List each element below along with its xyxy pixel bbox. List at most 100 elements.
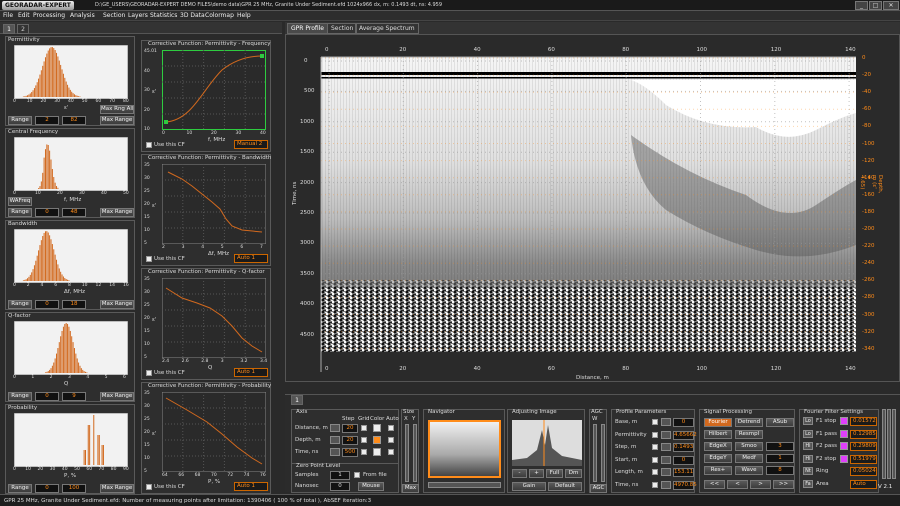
default-button[interactable]: Default: [548, 482, 582, 491]
signal-button[interactable]: Resmpl: [735, 430, 763, 439]
cf-mode-select[interactable]: Auto 1: [234, 482, 268, 491]
fourier-key-button[interactable]: Fa: [803, 479, 813, 488]
histogram-plot[interactable]: [14, 137, 128, 191]
size-max-button[interactable]: Max: [402, 484, 419, 493]
axis-grid-checkbox[interactable]: [361, 437, 367, 443]
fourier-color-swatch[interactable]: [840, 429, 848, 438]
profile-row-checkbox[interactable]: [652, 456, 658, 463]
histogram-range-button[interactable]: Range: [8, 116, 32, 125]
profile-value-field[interactable]: 4970.85: [673, 480, 697, 490]
menu-help[interactable]: Help: [237, 12, 251, 19]
signal-button[interactable]: Smoo: [735, 442, 763, 451]
profile-row-checkbox[interactable]: [652, 419, 658, 425]
menu-layers[interactable]: Layers: [128, 12, 148, 19]
signal-param-field[interactable]: 3: [766, 442, 794, 451]
fourier-value-field[interactable]: 0.51979: [850, 454, 877, 464]
histogram-from-field[interactable]: 2: [35, 116, 59, 125]
use-cf-checkbox[interactable]: [146, 484, 152, 490]
histogram-from-field[interactable]: 0: [35, 208, 59, 217]
histogram-range-button[interactable]: Range: [8, 484, 32, 493]
fourier-slider-3[interactable]: [892, 409, 896, 479]
axis-ok-button[interactable]: [330, 424, 340, 432]
profile-row-checkbox[interactable]: [652, 481, 658, 488]
histogram-extra-button[interactable]: Max Rng All: [100, 105, 134, 114]
axis-color-swatch[interactable]: [373, 448, 381, 456]
axis-auto-checkbox[interactable]: [388, 449, 394, 455]
histogram-from-field[interactable]: 0: [35, 392, 59, 401]
nanosec-field[interactable]: 0: [330, 482, 350, 491]
use-cf-checkbox[interactable]: [146, 370, 152, 376]
histogram-plot[interactable]: [14, 45, 128, 99]
use-cf-checkbox[interactable]: [146, 256, 152, 262]
cf-mode-select[interactable]: Manual 2: [234, 140, 268, 149]
menu-3d-data[interactable]: 3D Data: [180, 12, 205, 19]
cf-mode-select[interactable]: Auto 1: [234, 254, 268, 263]
size-y-slider[interactable]: [413, 424, 417, 482]
axis-step-field[interactable]: 500: [342, 448, 358, 457]
tab-2[interactable]: 2: [17, 24, 29, 34]
profile-ok-button[interactable]: [661, 418, 671, 426]
adjust-histogram[interactable]: [512, 420, 582, 466]
histogram-max-range-button[interactable]: Max Range: [100, 484, 134, 493]
axis-step-field[interactable]: 20: [342, 424, 358, 433]
profile-ok-button[interactable]: [661, 480, 671, 489]
menu-analysis[interactable]: Analysis: [70, 12, 95, 19]
profile-ok-button[interactable]: [661, 468, 671, 476]
menu-edit[interactable]: Edit: [18, 12, 30, 19]
menu-section[interactable]: Section: [103, 12, 125, 19]
profile-value-field[interactable]: 4.65662: [673, 430, 697, 440]
menu-file[interactable]: File: [3, 12, 13, 19]
profile-value-field[interactable]: 0.1493: [673, 443, 694, 452]
axis-color-swatch[interactable]: [373, 436, 381, 444]
signal-nav-button[interactable]: >>: [773, 480, 794, 489]
signal-button[interactable]: ASub: [766, 418, 794, 427]
axis-auto-checkbox[interactable]: [388, 437, 394, 443]
histogram-plot[interactable]: [14, 229, 128, 283]
signal-button[interactable]: Medf: [735, 454, 763, 463]
profile-ok-button[interactable]: [661, 430, 671, 439]
fourier-key-button[interactable]: Hi: [803, 454, 813, 463]
histogram-to-field[interactable]: 100: [62, 484, 86, 493]
gpr-profile-view[interactable]: Distance, m Time, ns Depth, m (ε' = 4.65…: [285, 34, 900, 382]
mouse-button[interactable]: Mouse: [358, 482, 384, 491]
navigator-scrollbar[interactable]: [428, 482, 501, 488]
menu-colormap[interactable]: Colormap: [205, 12, 234, 19]
fourier-key-button[interactable]: Nt: [803, 467, 813, 475]
histogram-range-button[interactable]: Range: [8, 208, 32, 217]
signal-nav-button[interactable]: <: [727, 480, 748, 489]
cf-plot[interactable]: [162, 392, 266, 472]
axis-step-field[interactable]: 20: [342, 436, 358, 445]
cf-plot[interactable]: [162, 50, 266, 130]
histogram-max-range-button[interactable]: Max Range: [100, 392, 134, 401]
from-file-checkbox[interactable]: [354, 472, 360, 478]
agc-button[interactable]: AGC: [590, 484, 607, 493]
size-x-slider[interactable]: [405, 424, 409, 482]
use-cf-checkbox[interactable]: [146, 142, 152, 148]
profile-row-checkbox[interactable]: [652, 444, 658, 450]
agc-slider[interactable]: [601, 424, 605, 482]
axis-grid-checkbox[interactable]: [361, 449, 367, 455]
fourier-color-swatch[interactable]: [840, 442, 848, 450]
histogram-plot[interactable]: [14, 413, 128, 467]
fourier-color-swatch[interactable]: [840, 417, 848, 425]
adjust-full-button[interactable]: Full: [546, 469, 563, 478]
samples-field[interactable]: 1: [330, 471, 350, 480]
adjust-plus-button[interactable]: +: [529, 469, 544, 478]
adjust-minus-button[interactable]: -: [512, 469, 527, 478]
fourier-value-field[interactable]: 0.05024: [850, 467, 877, 476]
axis-ok-button[interactable]: [330, 436, 340, 444]
signal-nav-button[interactable]: <<: [704, 480, 725, 489]
signal-param-field[interactable]: 8: [766, 466, 794, 475]
profile-row-checkbox[interactable]: [652, 469, 658, 475]
signal-button[interactable]: Wave: [735, 466, 763, 475]
axis-color-swatch[interactable]: [373, 424, 381, 432]
profile-value-field[interactable]: 0: [673, 418, 694, 427]
fourier-color-swatch[interactable]: [840, 454, 848, 463]
fourier-key-button[interactable]: Hi: [803, 442, 813, 450]
cf-plot[interactable]: [162, 164, 266, 244]
tab-1[interactable]: 1: [3, 24, 15, 34]
histogram-from-field[interactable]: 0: [35, 300, 59, 309]
profile-value-field[interactable]: 153.11: [673, 468, 694, 477]
signal-button[interactable]: Hilbert: [704, 430, 732, 439]
fourier-value-field[interactable]: 0.29809: [850, 442, 877, 451]
